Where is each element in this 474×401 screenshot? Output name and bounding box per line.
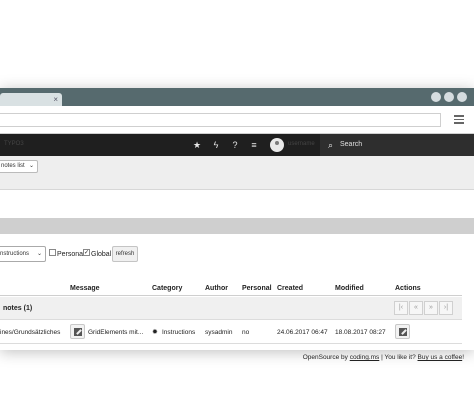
search-label: Search	[340, 141, 363, 148]
cell-author: sysadmin	[205, 329, 233, 336]
chevron-down-icon: ⌄	[36, 251, 42, 257]
chevron-down-icon: ⌄	[28, 163, 34, 169]
address-bar[interactable]	[0, 113, 441, 127]
first-page-icon[interactable]: |‹	[394, 301, 408, 315]
star-icon[interactable]: ★	[191, 139, 203, 151]
cell-category: Instructions	[162, 329, 196, 336]
doc-header: notes list ⌄	[0, 156, 474, 190]
global-checkbox[interactable]: ✓	[83, 249, 90, 256]
col-category[interactable]: Category	[152, 285, 182, 292]
maximize-button[interactable]	[444, 92, 454, 102]
prev-page-icon[interactable]: «	[409, 301, 423, 315]
help-icon[interactable]: ?	[229, 139, 241, 151]
personal-checkbox[interactable]	[49, 249, 56, 256]
footer-middle: | You like it?	[379, 354, 418, 361]
cell-personal: no	[242, 329, 250, 336]
close-tab-icon[interactable]: ×	[53, 94, 58, 106]
window-controls	[431, 92, 467, 102]
edit-record-icon[interactable]	[395, 324, 410, 339]
category-select-value: nstructions	[0, 251, 30, 257]
col-message[interactable]: Message	[70, 285, 100, 292]
cell-modified: 18.08.2017 08:27	[335, 329, 386, 336]
col-created[interactable]: Created	[277, 285, 303, 292]
address-bar-row	[0, 106, 474, 134]
view-select[interactable]: notes list ⌄	[0, 160, 38, 173]
next-page-icon[interactable]: »	[424, 301, 438, 315]
search-icon: ⌕	[328, 140, 334, 150]
close-window-button[interactable]	[457, 92, 467, 102]
avatar[interactable]	[270, 138, 284, 152]
site-title[interactable]: TYPO3	[4, 141, 24, 147]
col-author[interactable]: Author	[205, 285, 228, 292]
personal-label: Personal	[57, 251, 85, 258]
hamburger-menu-icon[interactable]	[454, 115, 464, 124]
col-actions: Actions	[395, 285, 421, 292]
username[interactable]: username	[288, 141, 315, 147]
cell-message[interactable]: GridElements mit...	[88, 329, 143, 336]
coding-ms-link[interactable]: coding.ms	[350, 354, 380, 361]
search-area[interactable]: ⌕ Search	[320, 134, 474, 156]
footer-suffix: !	[462, 354, 464, 361]
panel-heading	[0, 218, 474, 234]
table-header: Message Category Author Personal Created…	[0, 282, 462, 296]
gear-icon: ✹	[152, 329, 158, 336]
global-label: Global	[91, 251, 112, 258]
view-select-value: notes list	[1, 163, 25, 169]
group-row: notes (1) |‹ « » ›|	[0, 297, 462, 320]
list-icon[interactable]: ≡	[248, 139, 260, 151]
backend-topbar: TYPO3 ★ ϟ ? ≡ username ⌕ Search	[0, 134, 474, 156]
bolt-icon[interactable]: ϟ	[210, 139, 222, 151]
browser-tab[interactable]: ×	[0, 93, 62, 106]
group-title: notes (1)	[3, 305, 33, 312]
col-personal[interactable]: Personal	[242, 285, 272, 292]
cell-created: 24.06.2017 06:47	[277, 329, 328, 336]
refresh-button[interactable]: refresh	[112, 246, 138, 262]
edit-icon[interactable]	[70, 324, 85, 339]
footer: OpenSource by coding.ms | You like it? B…	[0, 354, 464, 361]
browser-titlebar: ×	[0, 88, 474, 106]
category-select[interactable]: nstructions ⌄	[0, 246, 46, 262]
minimize-button[interactable]	[431, 92, 441, 102]
filter-row: nstructions ⌄ Personal ✓ Global refresh	[0, 246, 474, 264]
cell-page[interactable]: ines/Grundsätzliches	[0, 329, 60, 336]
buy-coffee-link[interactable]: Buy us a coffee	[418, 354, 463, 361]
last-page-icon[interactable]: ›|	[439, 301, 453, 315]
footer-prefix: OpenSource by	[302, 354, 350, 361]
col-modified[interactable]: Modified	[335, 285, 364, 292]
table-row: ines/Grundsätzliches GridElements mit...…	[0, 320, 462, 344]
